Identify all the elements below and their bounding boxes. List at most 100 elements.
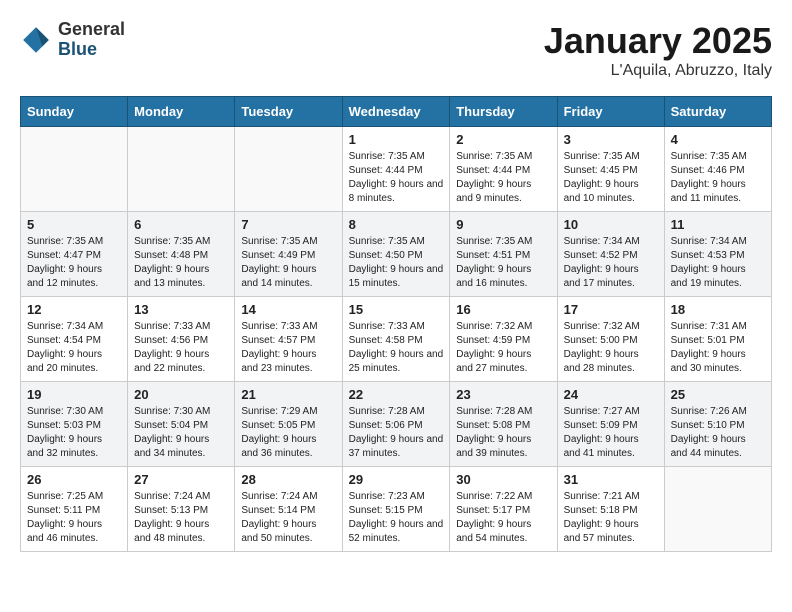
day-number: 28: [241, 472, 335, 487]
day-info: Sunrise: 7:21 AM Sunset: 5:18 PM Dayligh…: [564, 490, 658, 546]
weekday-header: Monday: [128, 97, 235, 127]
day-info: Sunrise: 7:30 AM Sunset: 5:04 PM Dayligh…: [134, 405, 228, 461]
calendar-week-row: 1 Sunrise: 7:35 AM Sunset: 4:44 PM Daylig…: [21, 127, 772, 212]
calendar-table: SundayMondayTuesdayWednesdayThursdayFrid…: [20, 96, 772, 552]
day-number: 1: [349, 132, 444, 147]
weekday-header-row: SundayMondayTuesdayWednesdayThursdayFrid…: [21, 97, 772, 127]
day-number: 16: [456, 302, 550, 317]
calendar-cell: 7Sunrise: 7:35 AM Sunset: 4:49 PM Daylig…: [235, 212, 342, 297]
day-number: 11: [671, 217, 765, 232]
logo: General Blue: [20, 20, 125, 60]
day-info: Sunrise: 7:35 AM Sunset: 4:46 PM Dayligh…: [671, 150, 765, 206]
day-info: Sunrise: 7:27 AM Sunset: 5:09 PM Dayligh…: [564, 405, 658, 461]
calendar-week-row: 5 Sunrise: 7:35 AM Sunset: 4:47 PM Daylig…: [21, 212, 772, 297]
day-info: Sunrise: 7:33 AM Sunset: 4:57 PM Dayligh…: [241, 320, 335, 376]
day-number: 24: [564, 387, 658, 402]
calendar-cell: 5 Sunrise: 7:35 AM Sunset: 4:47 PM Daylig…: [21, 212, 128, 297]
day-number: 15: [349, 302, 444, 317]
day-info: Sunrise: 7:25 AM Sunset: 5:11 PM Dayligh…: [27, 490, 121, 546]
calendar-cell: 26 Sunrise: 7:25 AM Sunset: 5:11 PM Dayli…: [21, 467, 128, 552]
day-info: Sunrise: 7:35 AM Sunset: 4:51 PM Dayligh…: [456, 235, 550, 291]
calendar-cell: 30Sunrise: 7:22 AM Sunset: 5:17 PM Dayli…: [450, 467, 557, 552]
day-number: 25: [671, 387, 765, 402]
calendar-cell: [664, 467, 771, 552]
calendar-cell: 22Sunrise: 7:28 AM Sunset: 5:06 PM Dayli…: [342, 382, 450, 467]
day-number: 10: [564, 217, 658, 232]
day-info: Sunrise: 7:24 AM Sunset: 5:14 PM Dayligh…: [241, 490, 335, 546]
calendar-cell: [21, 127, 128, 212]
calendar-cell: 9 Sunrise: 7:35 AM Sunset: 4:51 PM Daylig…: [450, 212, 557, 297]
day-info: Sunrise: 7:31 AM Sunset: 5:01 PM Dayligh…: [671, 320, 765, 376]
day-number: 31: [564, 472, 658, 487]
day-info: Sunrise: 7:34 AM Sunset: 4:54 PM Dayligh…: [27, 320, 121, 376]
calendar-cell: 25 Sunrise: 7:26 AM Sunset: 5:10 PM Dayli…: [664, 382, 771, 467]
day-number: 2: [456, 132, 550, 147]
day-info: Sunrise: 7:35 AM Sunset: 4:48 PM Dayligh…: [134, 235, 228, 291]
day-info: Sunrise: 7:35 AM Sunset: 4:50 PM Dayligh…: [349, 235, 444, 291]
calendar-cell: 12 Sunrise: 7:34 AM Sunset: 4:54 PM Dayli…: [21, 297, 128, 382]
calendar-cell: 23Sunrise: 7:28 AM Sunset: 5:08 PM Dayli…: [450, 382, 557, 467]
calendar-cell: 11Sunrise: 7:34 AM Sunset: 4:53 PM Dayli…: [664, 212, 771, 297]
day-number: 8: [349, 217, 444, 232]
day-number: 23: [456, 387, 550, 402]
calendar-cell: 13Sunrise: 7:33 AM Sunset: 4:56 PM Dayli…: [128, 297, 235, 382]
page-header: General Blue January 2025 L'Aquila, Abru…: [20, 20, 772, 80]
calendar-cell: 10 Sunrise: 7:34 AM Sunset: 4:52 PM Dayli…: [557, 212, 664, 297]
weekday-header: Thursday: [450, 97, 557, 127]
day-info: Sunrise: 7:33 AM Sunset: 4:58 PM Dayligh…: [349, 320, 444, 376]
calendar-cell: 28 Sunrise: 7:24 AM Sunset: 5:14 PM Dayli…: [235, 467, 342, 552]
weekday-header: Saturday: [664, 97, 771, 127]
day-number: 26: [27, 472, 121, 487]
day-info: Sunrise: 7:26 AM Sunset: 5:10 PM Dayligh…: [671, 405, 765, 461]
day-number: 29: [349, 472, 444, 487]
calendar-cell: 27 Sunrise: 7:24 AM Sunset: 5:13 PM Dayli…: [128, 467, 235, 552]
day-number: 27: [134, 472, 228, 487]
calendar-cell: 8 Sunrise: 7:35 AM Sunset: 4:50 PM Daylig…: [342, 212, 450, 297]
day-info: Sunrise: 7:30 AM Sunset: 5:03 PM Dayligh…: [27, 405, 121, 461]
day-info: Sunrise: 7:35 AM Sunset: 4:47 PM Dayligh…: [27, 235, 121, 291]
logo-icon: [20, 24, 52, 56]
day-info: Sunrise: 7:24 AM Sunset: 5:13 PM Dayligh…: [134, 490, 228, 546]
calendar-cell: 6 Sunrise: 7:35 AM Sunset: 4:48 PM Daylig…: [128, 212, 235, 297]
calendar-cell: 2 Sunrise: 7:35 AM Sunset: 4:44 PM Daylig…: [450, 127, 557, 212]
day-number: 6: [134, 217, 228, 232]
day-number: 14: [241, 302, 335, 317]
logo-text: General Blue: [58, 20, 125, 60]
day-info: Sunrise: 7:35 AM Sunset: 4:49 PM Dayligh…: [241, 235, 335, 291]
day-info: Sunrise: 7:34 AM Sunset: 4:52 PM Dayligh…: [564, 235, 658, 291]
weekday-header: Sunday: [21, 97, 128, 127]
day-info: Sunrise: 7:29 AM Sunset: 5:05 PM Dayligh…: [241, 405, 335, 461]
calendar-cell: 21 Sunrise: 7:29 AM Sunset: 5:05 PM Dayli…: [235, 382, 342, 467]
calendar-week-row: 12 Sunrise: 7:34 AM Sunset: 4:54 PM Dayli…: [21, 297, 772, 382]
calendar-cell: 16Sunrise: 7:32 AM Sunset: 4:59 PM Dayli…: [450, 297, 557, 382]
day-info: Sunrise: 7:35 AM Sunset: 4:45 PM Dayligh…: [564, 150, 658, 206]
day-number: 5: [27, 217, 121, 232]
day-number: 17: [564, 302, 658, 317]
day-number: 21: [241, 387, 335, 402]
day-info: Sunrise: 7:23 AM Sunset: 5:15 PM Dayligh…: [349, 490, 444, 546]
day-number: 12: [27, 302, 121, 317]
calendar-cell: 24 Sunrise: 7:27 AM Sunset: 5:09 PM Dayli…: [557, 382, 664, 467]
day-number: 20: [134, 387, 228, 402]
calendar-cell: 29 Sunrise: 7:23 AM Sunset: 5:15 PM Dayli…: [342, 467, 450, 552]
calendar-cell: 18 Sunrise: 7:31 AM Sunset: 5:01 PM Dayli…: [664, 297, 771, 382]
calendar-cell: 20 Sunrise: 7:30 AM Sunset: 5:04 PM Dayli…: [128, 382, 235, 467]
day-number: 9: [456, 217, 550, 232]
logo-general: General: [58, 20, 125, 40]
calendar-cell: 3 Sunrise: 7:35 AM Sunset: 4:45 PM Daylig…: [557, 127, 664, 212]
day-number: 22: [349, 387, 444, 402]
weekday-header: Friday: [557, 97, 664, 127]
logo-blue: Blue: [58, 40, 125, 60]
month-title: January 2025: [544, 20, 772, 62]
day-info: Sunrise: 7:32 AM Sunset: 5:00 PM Dayligh…: [564, 320, 658, 376]
calendar-cell: 1Sunrise: 7:35 AM Sunset: 4:44 PM Daylig…: [342, 127, 450, 212]
weekday-header: Wednesday: [342, 97, 450, 127]
calendar-cell: 31 Sunrise: 7:21 AM Sunset: 5:18 PM Dayli…: [557, 467, 664, 552]
title-block: January 2025 L'Aquila, Abruzzo, Italy: [544, 20, 772, 80]
calendar-week-row: 19Sunrise: 7:30 AM Sunset: 5:03 PM Dayli…: [21, 382, 772, 467]
day-number: 18: [671, 302, 765, 317]
day-number: 30: [456, 472, 550, 487]
location-title: L'Aquila, Abruzzo, Italy: [544, 62, 772, 80]
day-info: Sunrise: 7:35 AM Sunset: 4:44 PM Dayligh…: [456, 150, 550, 206]
day-number: 3: [564, 132, 658, 147]
